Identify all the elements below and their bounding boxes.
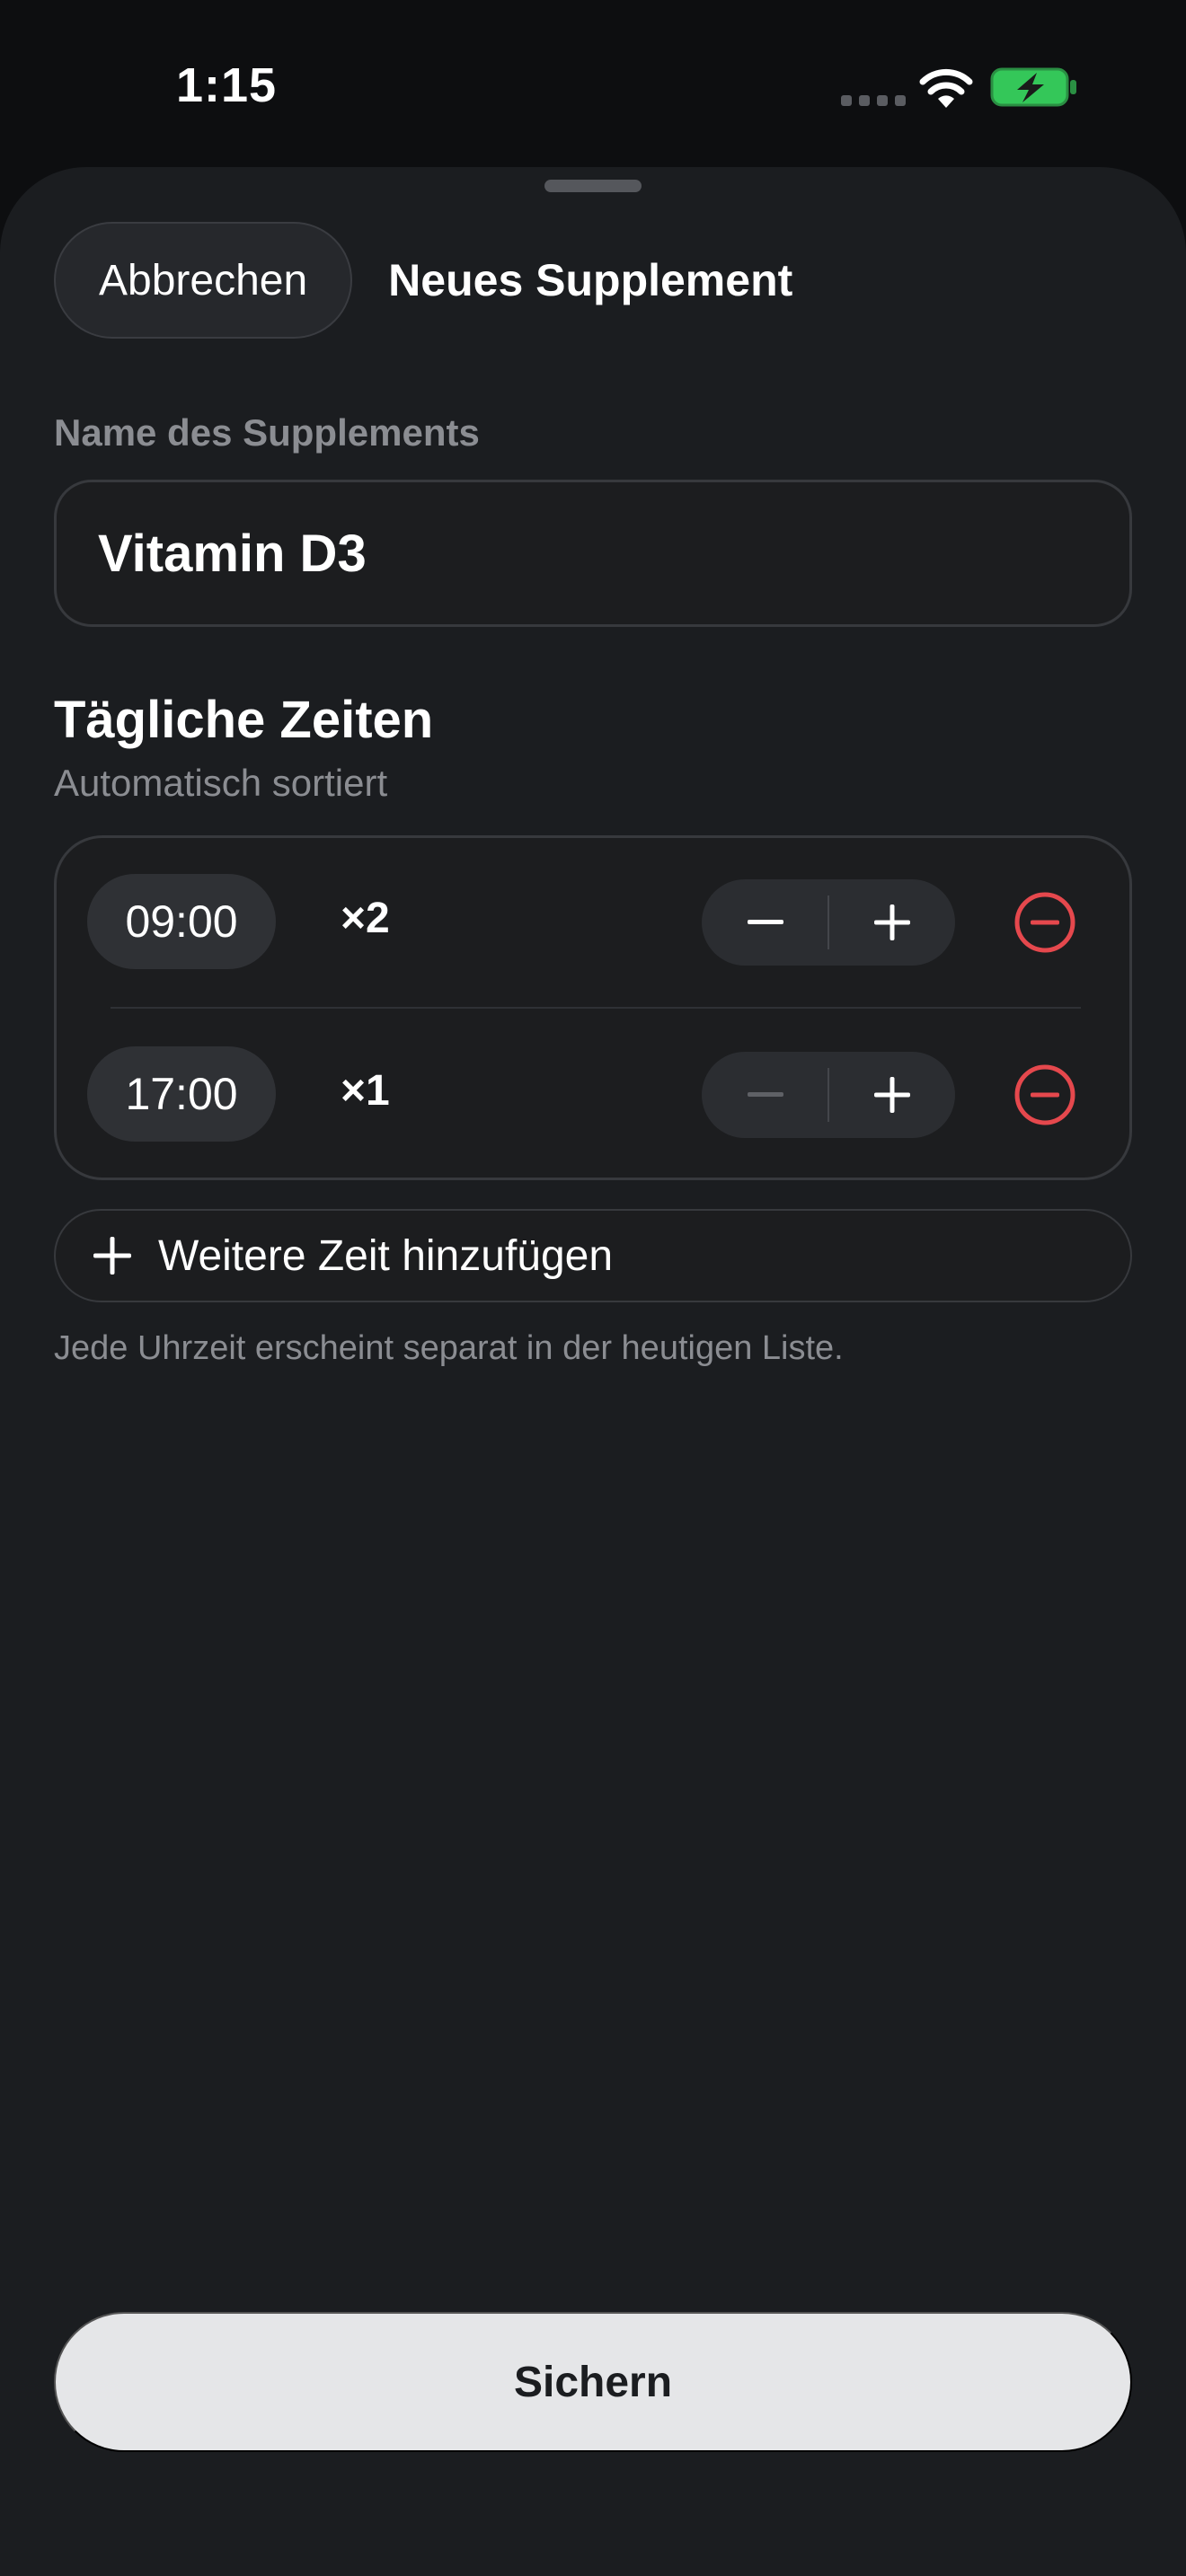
new-supplement-sheet: Abbrechen Neues Supplement Name des Supp… [0,167,1186,2576]
minus-icon [747,920,783,924]
minus-icon [747,1092,783,1097]
time-row: 09:00 ×2 [57,838,1129,1009]
battery-charging-icon [990,67,1076,107]
decrement-button-disabled [702,1052,828,1138]
add-time-button[interactable]: Weitere Zeit hinzufügen [54,1209,1132,1302]
increment-button[interactable] [828,1052,955,1138]
cellular-signal-icon [841,95,906,106]
name-field-label: Name des Supplements [54,411,480,454]
status-bar: 1:15 [0,0,1186,171]
sheet-title: Neues Supplement [388,255,793,305]
dose-stepper [702,1052,955,1138]
row-divider [111,1007,1081,1009]
dose-count: ×2 [341,895,390,942]
remove-circle-icon[interactable] [1011,888,1079,957]
screen: 1:15 Abbrechen Neues Supplement Name des… [0,0,1186,2576]
add-time-label: Weitere Zeit hinzufügen [158,1231,614,1280]
daily-times-title: Tägliche Zeiten [54,691,434,749]
dose-stepper [702,879,955,966]
daily-times-subtitle: Automatisch sortiert [54,762,388,804]
time-row: 17:00 ×1 [57,1010,1129,1181]
supplement-name-value[interactable]: Vitamin D3 [98,524,367,584]
plus-icon [93,1237,131,1275]
supplement-name-input[interactable]: Vitamin D3 [54,480,1132,627]
times-hint: Jede Uhrzeit erscheint separat in der he… [54,1329,844,1367]
stepper-divider [828,1068,829,1122]
save-button[interactable]: Sichern [54,2312,1132,2452]
cancel-button[interactable]: Abbrechen [54,222,353,339]
time-picker-pill[interactable]: 17:00 [87,1046,276,1142]
increment-button[interactable] [828,879,955,966]
time-picker-pill[interactable]: 09:00 [87,874,276,969]
save-label: Sichern [513,2358,673,2406]
times-list: 09:00 ×2 17:00 ×1 [54,835,1132,1180]
stepper-divider [828,895,829,949]
decrement-button[interactable] [702,879,828,966]
sheet-header: Abbrechen Neues Supplement [54,221,792,340]
plus-icon [873,904,910,940]
remove-circle-icon[interactable] [1011,1061,1079,1129]
plus-icon [873,1077,910,1113]
wifi-icon [919,68,973,108]
sheet-grabber[interactable] [544,180,642,192]
dose-count: ×1 [341,1067,390,1115]
status-time: 1:15 [176,58,278,112]
